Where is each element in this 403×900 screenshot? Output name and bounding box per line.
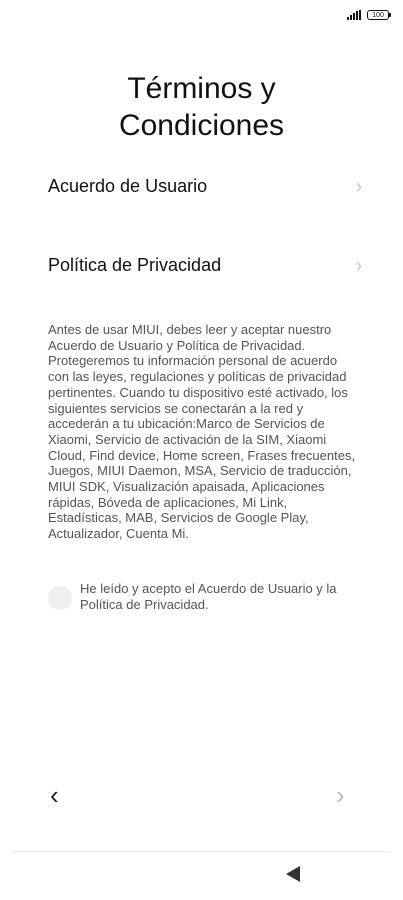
user-agreement-row[interactable]: Acuerdo de Usuario › [48, 173, 362, 198]
chevron-right-icon[interactable]: › [336, 780, 345, 811]
privacy-policy-row[interactable]: Política de Privacidad › [48, 252, 362, 277]
chevron-right-icon: › [356, 173, 362, 198]
signal-bars-icon [347, 10, 361, 20]
chevron-left-icon[interactable]: ‹ [50, 780, 59, 811]
page-title-line-2: Condiciones [118, 109, 285, 142]
agree-checkbox[interactable] [48, 586, 72, 610]
battery-level: 100 [372, 11, 384, 19]
privacy-policy-label: Política de Privacidad [48, 255, 222, 275]
divider [12, 851, 390, 852]
chevron-right-icon: › [356, 252, 362, 277]
agree-label: He leído y acepto el Acuerdo de Usuario … [80, 581, 337, 612]
status-bar: 100 [347, 10, 391, 20]
page-title-line-1: Términos y [127, 72, 276, 105]
terms-description: Antes de usar MIUI, debes leer y aceptar… [48, 322, 356, 542]
page-title: Términos y Condiciones [0, 70, 403, 144]
battery-icon: 100 [367, 10, 391, 20]
user-agreement-label: Acuerdo de Usuario [48, 176, 208, 196]
agree-option[interactable]: He leído y acepto el Acuerdo de Usuario … [48, 581, 360, 613]
triangle-back-icon[interactable] [286, 866, 300, 882]
